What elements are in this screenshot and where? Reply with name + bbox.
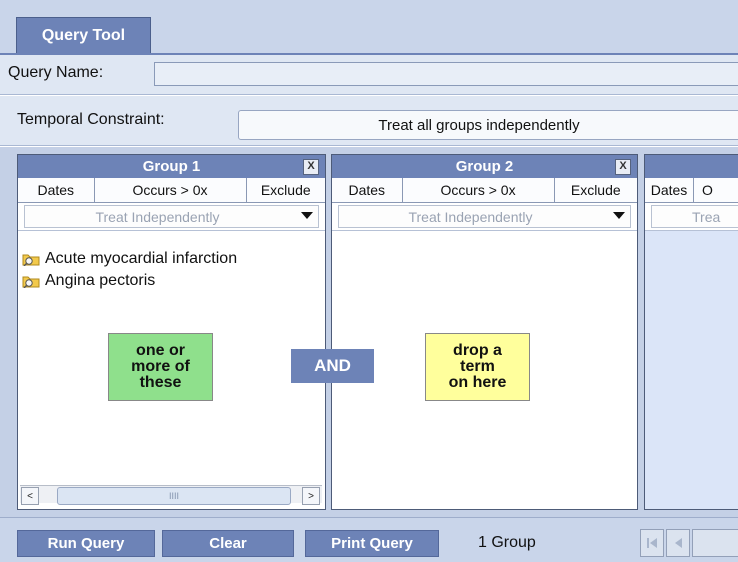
query-name-input[interactable] — [154, 62, 738, 86]
list-item[interactable]: Angina pectoris — [22, 272, 155, 290]
chevron-down-icon[interactable] — [301, 212, 313, 219]
group-panel-1[interactable]: Group 1 X Dates Occurs > 0x Exclude Trea… — [17, 154, 326, 510]
folder-icon — [22, 254, 40, 266]
close-icon[interactable]: X — [303, 159, 319, 175]
drop-hint-line: one or — [136, 342, 185, 359]
group-1-timing-row: Treat Independently — [18, 203, 325, 231]
group-2-title: Group 2 X — [332, 155, 637, 178]
group-3-columns: Dates O — [645, 178, 738, 203]
group-3-title — [645, 155, 738, 178]
group-2-timing-row: Treat Independently — [332, 203, 637, 231]
group-panel-3[interactable]: Dates O Trea — [644, 154, 738, 510]
list-item[interactable]: Acute myocardial infarction — [22, 250, 237, 268]
horizontal-scrollbar[interactable]: < IIII > — [20, 485, 322, 505]
next-page-button[interactable] — [692, 529, 738, 557]
scroll-right-button[interactable]: > — [302, 487, 320, 505]
close-icon[interactable]: X — [615, 159, 631, 175]
temporal-constraint-label: Temporal Constraint: — [17, 111, 165, 128]
dates-button[interactable]: Dates — [332, 178, 403, 202]
and-connector: AND — [291, 349, 374, 383]
query-name-label: Query Name: — [8, 64, 104, 81]
group-1-title-text: Group 1 — [142, 158, 201, 175]
exclude-button[interactable]: Exclude — [554, 178, 637, 202]
folder-icon — [22, 276, 40, 288]
group-3-timing-row: Trea — [645, 203, 738, 231]
group-panel-2[interactable]: Group 2 X Dates Occurs > 0x Exclude Trea… — [331, 154, 638, 510]
tab-query-tool[interactable]: Query Tool — [16, 17, 151, 54]
group-1-columns: Dates Occurs > 0x Exclude — [18, 178, 325, 203]
scroll-thumb[interactable]: IIII — [57, 487, 291, 505]
group-1-timing-value: Treat Independently — [95, 208, 220, 225]
occurs-button[interactable]: O — [694, 178, 738, 202]
group-3-timing-select[interactable]: Trea — [651, 205, 738, 228]
first-page-icon — [647, 538, 657, 548]
occurs-button[interactable]: Occurs > 0x — [94, 178, 247, 202]
group-2-timing-value: Treat Independently — [408, 208, 533, 225]
first-page-button[interactable] — [640, 529, 664, 557]
drop-hint-line: on here — [448, 374, 507, 391]
drop-hint-line: more of — [131, 358, 190, 375]
group-3-timing-value: Trea — [692, 208, 721, 225]
previous-page-icon — [675, 538, 682, 548]
drop-hint: one or more of these — [108, 333, 213, 401]
drop-hint-line: drop a — [453, 342, 502, 359]
group-2-columns: Dates Occurs > 0x Exclude — [332, 178, 637, 203]
term-label: Acute myocardial infarction — [45, 250, 238, 267]
group-2-title-text: Group 2 — [455, 158, 514, 175]
clear-button[interactable]: Clear — [162, 530, 294, 557]
exclude-button[interactable]: Exclude — [246, 178, 325, 202]
group-2-timing-select[interactable]: Treat Independently — [338, 205, 631, 228]
previous-page-button[interactable] — [666, 529, 690, 557]
temporal-constraint-button[interactable]: Treat all groups independently — [238, 110, 738, 140]
group-count: 1 Group — [478, 534, 536, 551]
run-query-button[interactable]: Run Query — [17, 530, 155, 557]
dates-button[interactable]: Dates — [645, 178, 694, 202]
chevron-down-icon[interactable] — [613, 212, 625, 219]
term-label: Angina pectoris — [45, 272, 156, 289]
occurs-button[interactable]: Occurs > 0x — [402, 178, 555, 202]
print-query-button[interactable]: Print Query — [305, 530, 439, 557]
scroll-left-button[interactable]: < — [21, 487, 39, 505]
group-1-timing-select[interactable]: Treat Independently — [24, 205, 319, 228]
drop-hint-line: term — [460, 358, 495, 375]
dates-button[interactable]: Dates — [18, 178, 95, 202]
drop-hint-line: these — [139, 374, 182, 391]
group-1-title: Group 1 X — [18, 155, 325, 178]
drop-hint: drop a term on here — [425, 333, 530, 401]
